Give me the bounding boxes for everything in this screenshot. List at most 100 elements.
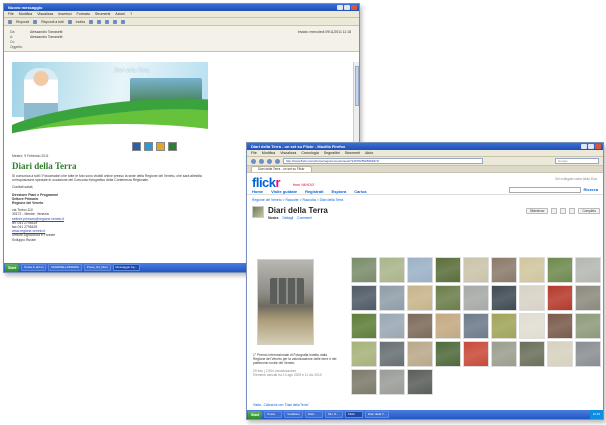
maximize-icon[interactable]: [588, 144, 594, 149]
grid-view-icon[interactable]: [551, 208, 558, 214]
view-select[interactable]: Completo: [578, 208, 600, 214]
taskbar-item[interactable]: Flickr: [344, 411, 363, 418]
menu-strumenti[interactable]: Strumenti: [345, 151, 360, 155]
photo-thumbnail[interactable]: [519, 341, 545, 367]
photo-thumbnail[interactable]: [575, 257, 601, 283]
taskbar-item[interactable]: Diari...: [304, 411, 323, 418]
photo-thumbnail[interactable]: [379, 369, 405, 395]
photo-thumbnail[interactable]: [519, 313, 545, 339]
nav-upload[interactable]: Carica: [354, 189, 366, 194]
list-view-icon[interactable]: [560, 208, 567, 214]
start-button[interactable]: Start: [5, 263, 20, 272]
maximize-icon[interactable]: [344, 5, 350, 10]
photo-thumbnail[interactable]: [547, 285, 573, 311]
print-icon[interactable]: [89, 19, 94, 24]
menu-segnalibri[interactable]: Segnalibri: [324, 151, 340, 155]
address-bar[interactable]: http://www.flickr.com/photos/regionevene…: [283, 158, 483, 164]
nav-signup[interactable]: Registrati: [305, 189, 323, 194]
photo-thumbnail[interactable]: [463, 313, 489, 339]
forward-icon[interactable]: [67, 19, 72, 24]
photo-thumbnail[interactable]: [435, 313, 461, 339]
minimize-icon[interactable]: [581, 144, 587, 149]
photo-thumbnail[interactable]: [351, 285, 377, 311]
photo-thumbnail[interactable]: [463, 257, 489, 283]
photo-thumbnail[interactable]: [575, 341, 601, 367]
close-icon[interactable]: [595, 144, 601, 149]
photo-thumbnail[interactable]: [351, 313, 377, 339]
photo-thumbnail[interactable]: [491, 341, 517, 367]
set-avatar[interactable]: [252, 206, 264, 218]
menu-inserisci[interactable]: Inserisci: [58, 12, 71, 16]
breadcrumb[interactable]: Regione del Veneto > Raccolte > Raccolta…: [252, 198, 343, 202]
photo-thumbnail[interactable]: [379, 257, 405, 283]
taskbar-item[interactable]: DIARIDELLATERRA: [48, 264, 82, 271]
menu-modifica[interactable]: Modifica: [262, 151, 275, 155]
menu-file[interactable]: File: [251, 151, 257, 155]
menu-azioni[interactable]: Azioni: [115, 12, 125, 16]
photo-thumbnail[interactable]: [379, 341, 405, 367]
scrollbar-thumb[interactable]: [355, 66, 359, 106]
photo-thumbnail[interactable]: [407, 313, 433, 339]
taskbar-item[interactable]: Press_Kit_Diari: [83, 264, 111, 271]
help-icon[interactable]: [121, 19, 126, 24]
photo-thumbnail[interactable]: [407, 369, 433, 395]
menu-modifica[interactable]: Modifica: [19, 12, 32, 16]
flickr-search-button[interactable]: Ricerca: [584, 187, 598, 192]
close-icon[interactable]: [351, 5, 357, 10]
photo-thumbnail[interactable]: [435, 341, 461, 367]
start-button[interactable]: Start: [248, 410, 263, 419]
forward-icon[interactable]: [259, 158, 264, 164]
photo-thumbnail[interactable]: [575, 285, 601, 311]
taskbar-item[interactable]: Sim O...: [324, 411, 343, 418]
photo-thumbnail[interactable]: [407, 341, 433, 367]
flickr-search-input[interactable]: [509, 187, 581, 193]
taskbar-item[interactable]: Vodafone: [284, 411, 303, 418]
minimize-icon[interactable]: [337, 5, 343, 10]
slideshow-button[interactable]: Slideshow: [525, 208, 549, 214]
menu-cronologia[interactable]: Cronologia: [301, 151, 318, 155]
flickr-logo[interactable]: flickr: [252, 175, 281, 190]
tab-comments[interactable]: Commenti: [297, 216, 312, 220]
menu-formato[interactable]: Formato: [77, 12, 90, 16]
photo-thumbnail[interactable]: [379, 285, 405, 311]
photo-thumbnail[interactable]: [407, 257, 433, 283]
collections-link[interactable]: Visita - Collezioni con "Diari della Ter…: [253, 403, 309, 407]
menu-visualizza[interactable]: Visualizza: [280, 151, 296, 155]
menu-file[interactable]: File: [8, 12, 14, 16]
photo-thumbnail[interactable]: [547, 313, 573, 339]
signout-link[interactable]: Esci: [591, 177, 597, 181]
forward-button[interactable]: Inoltra: [76, 20, 85, 24]
photo-thumbnail[interactable]: [575, 313, 601, 339]
menu-help[interactable]: ?: [130, 12, 132, 16]
photo-thumbnail[interactable]: [547, 341, 573, 367]
flag-icon[interactable]: [113, 19, 118, 24]
help-link[interactable]: Aiuto: [583, 177, 590, 181]
detail-view-icon[interactable]: [569, 208, 576, 214]
photo-thumbnail[interactable]: [491, 257, 517, 283]
search-input[interactable]: Google: [555, 158, 599, 164]
photo-thumbnail[interactable]: [351, 341, 377, 367]
photo-thumbnail[interactable]: [379, 313, 405, 339]
photo-thumbnail[interactable]: [351, 369, 377, 395]
photo-thumbnail[interactable]: [463, 285, 489, 311]
home-icon[interactable]: [275, 158, 280, 164]
photo-thumbnail[interactable]: [519, 257, 545, 283]
photo-thumbnail[interactable]: [519, 285, 545, 311]
photo-thumbnail[interactable]: [491, 285, 517, 311]
set-cover-photo[interactable]: [257, 259, 314, 345]
menu-strumenti[interactable]: Strumenti: [95, 12, 110, 16]
move-icon[interactable]: [105, 19, 110, 24]
photo-thumbnail[interactable]: [407, 285, 433, 311]
reload-icon[interactable]: [267, 158, 272, 164]
nav-home[interactable]: Home: [252, 189, 263, 194]
reply-icon[interactable]: [8, 19, 12, 24]
tab-flickr[interactable]: Diari della Terra - un set su Flickr: [251, 166, 312, 172]
reply-all-icon[interactable]: [33, 19, 38, 24]
nav-explore[interactable]: Esplora: [332, 189, 347, 194]
menu-aiuto[interactable]: Aiuto: [365, 151, 373, 155]
photo-thumbnail[interactable]: [463, 341, 489, 367]
photo-thumbnail[interactable]: [435, 257, 461, 283]
tab-details[interactable]: Dettagli: [282, 216, 293, 220]
taskbar-item[interactable]: Posta in arrivo: [21, 264, 47, 271]
photo-thumbnail[interactable]: [491, 313, 517, 339]
